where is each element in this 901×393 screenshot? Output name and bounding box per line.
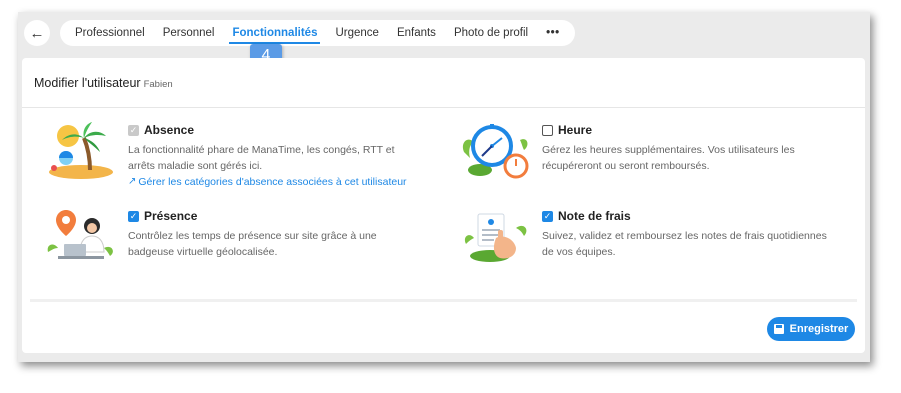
feature-notes-de-frais-body: ✓ Note de frais Suivez, validez et rembo… [542,208,832,260]
floppy-disk-icon [773,324,784,334]
absence-checkbox[interactable]: ✓ [128,124,139,136]
notes-de-frais-checkbox[interactable]: ✓ [542,210,553,222]
feature-presence-header: ✓ Présence [128,208,418,224]
card-header: Modifier l'utilisateur Fabien [22,58,865,108]
woman-laptop-location-icon [47,210,113,259]
page-title-text: Modifier l'utilisateur [34,76,141,90]
tab-enfants[interactable]: Enfants [388,20,445,46]
feature-notes-de-frais-title: Note de frais [558,209,631,223]
save-button[interactable]: Enregistrer [767,317,855,341]
tab-fonctionnalites[interactable]: Fonctionnalités [223,20,326,46]
presence-checkbox[interactable]: ✓ [128,210,139,222]
external-link-icon: ↗ [128,176,137,187]
feature-absence-body: ✓ Absence La fonctionnalité phare de Man… [128,122,418,190]
feature-absence-header: ✓ Absence [128,122,418,138]
tab-professionnel[interactable]: Professionnel [66,20,154,46]
more-tabs-button[interactable]: ••• [537,20,569,46]
feature-heure-description: Gérez les heures supplémentaires. Vos ut… [542,144,795,172]
feature-presence-body: ✓ Présence Contrôlez les temps de présen… [128,208,418,260]
tab-bar: Professionnel Personnel Fonctionnalités … [60,20,575,46]
back-button[interactable]: ← [24,20,50,46]
feature-heure-title: Heure [558,123,593,137]
feature-heure-header: Heure [542,122,832,138]
feature-absence-description: La fonctionnalité phare de ManaTime, les… [128,144,395,172]
palm-tree-island-icon [49,122,113,179]
save-button-label: Enregistrer [789,323,849,335]
absence-categories-link[interactable]: ↗ Gérer les catégories d'absence associé… [128,174,418,190]
arrow-left-icon: ← [29,24,45,42]
card-footer-divider [30,299,857,302]
hand-receipt-icon [464,213,527,262]
user-name: Fabien [143,79,173,90]
tab-personnel[interactable]: Personnel [154,20,224,46]
feature-notes-de-frais-description: Suivez, validez et remboursez les notes … [542,230,827,258]
tab-urgence[interactable]: Urgence [326,20,387,46]
feature-absence-title: Absence [144,123,195,137]
edit-user-card: Modifier l'utilisateur Fabien ✓ Absence … [22,58,865,353]
clock-stopwatch-icon [462,124,529,179]
feature-presence-description: Contrôlez les temps de présence sur site… [128,230,377,258]
tab-photo-de-profil[interactable]: Photo de profil [445,20,537,46]
absence-categories-link-text: Gérer les catégories d'absence associées… [138,176,407,188]
heure-checkbox[interactable] [542,124,553,136]
page-title: Modifier l'utilisateur Fabien [34,76,173,90]
feature-presence-title: Présence [144,209,198,223]
feature-notes-de-frais-header: ✓ Note de frais [542,208,832,224]
app-frame: ← Professionnel Personnel Fonctionnalité… [18,12,870,362]
feature-heure-body: Heure Gérez les heures supplémentaires. … [542,122,832,174]
